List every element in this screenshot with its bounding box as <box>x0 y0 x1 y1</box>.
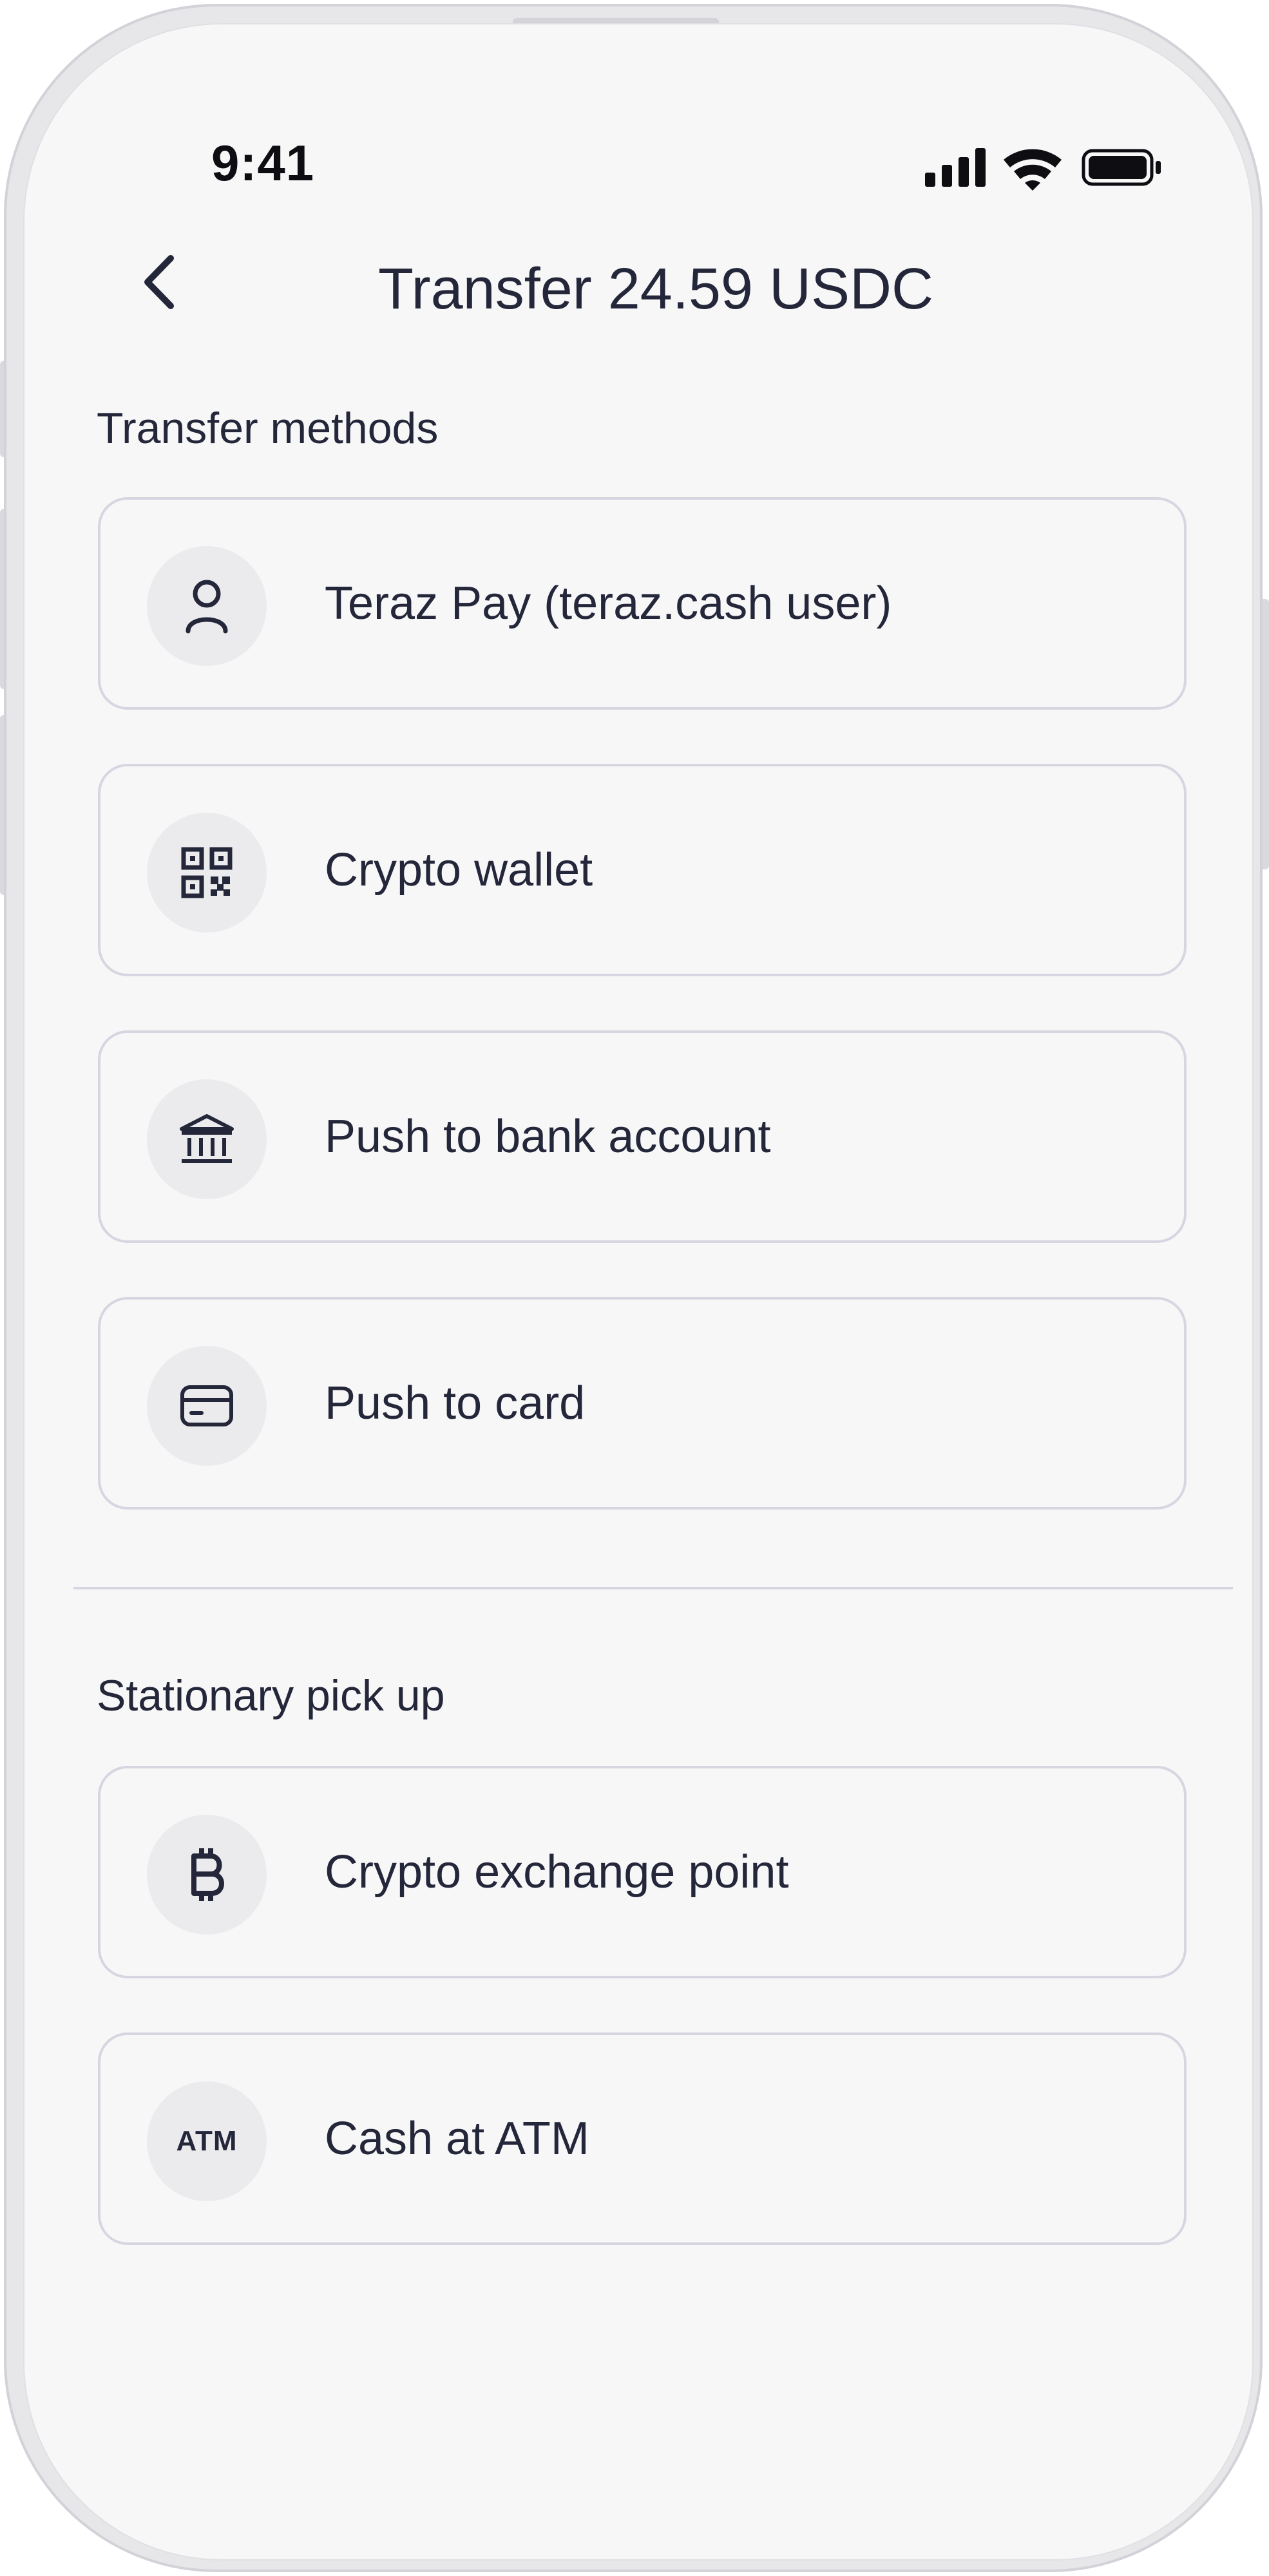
option-push-to-bank[interactable]: Push to bank account <box>98 1030 1187 1243</box>
option-icon-circle: ATM <box>147 2081 267 2201</box>
option-push-to-card[interactable]: Push to card <box>98 1297 1187 1510</box>
back-button[interactable] <box>121 243 198 321</box>
option-label: Push to card <box>325 1378 586 1429</box>
option-icon-circle <box>147 813 267 933</box>
card-icon <box>180 1385 233 1426</box>
status-icons <box>901 139 1171 197</box>
chevron-left-icon <box>144 255 174 309</box>
phone-body: 9:41 Transfer 24.59 USDC Transfer method… <box>4 4 1263 2572</box>
phone-frame: 9:41 Transfer 24.59 USDC Transfer method… <box>0 0 1269 2576</box>
option-icon-circle <box>147 546 267 666</box>
option-label: Crypto exchange point <box>325 1846 789 1898</box>
option-icon-circle <box>147 1815 267 1935</box>
option-crypto-wallet[interactable]: Crypto wallet <box>98 764 1187 976</box>
status-time: 9:41 <box>211 135 315 191</box>
option-label: Teraz Pay (teraz.cash user) <box>325 578 892 629</box>
option-icon-circle <box>147 1346 267 1466</box>
option-icon-circle <box>147 1079 267 1199</box>
atm-icon: ATM <box>176 2125 238 2157</box>
option-teraz-pay[interactable]: Teraz Pay (teraz.cash user) <box>98 497 1187 710</box>
bank-icon <box>180 1114 234 1163</box>
user-icon <box>186 580 228 634</box>
option-label: Push to bank account <box>325 1111 771 1162</box>
wifi-icon <box>1004 149 1062 191</box>
option-crypto-exchange-point[interactable]: Crypto exchange point <box>98 1766 1187 1978</box>
option-cash-at-atm[interactable]: ATM Cash at ATM <box>98 2032 1187 2245</box>
section-label-transfer-methods: Transfer methods <box>97 404 439 453</box>
section-divider <box>73 1587 1233 1589</box>
cellular-signal-icon <box>925 148 986 187</box>
section-label-stationary-pickup: Stationary pick up <box>97 1671 445 1720</box>
option-label: Cash at ATM <box>325 2113 589 2164</box>
option-label: Crypto wallet <box>325 844 593 896</box>
qr-code-icon <box>181 847 233 898</box>
battery-icon <box>1082 149 1161 186</box>
app-screen: 9:41 Transfer 24.59 USDC Transfer method… <box>24 24 1252 2559</box>
bitcoin-icon <box>191 1848 224 1901</box>
page-title: Transfer 24.59 USDC <box>378 257 933 321</box>
